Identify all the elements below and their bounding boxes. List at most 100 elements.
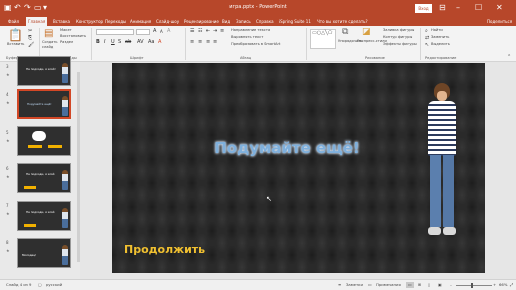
tab-ispring[interactable]: iSpring Suite 11 [279, 17, 311, 26]
paste-label[interactable]: Вставить [7, 42, 24, 47]
shape-outline-button[interactable]: Контур фигуры [383, 35, 412, 40]
language-status[interactable]: русский [46, 282, 62, 288]
divider [420, 28, 421, 60]
slide-thumbnail[interactable]: Не подходи, я злой [17, 163, 71, 193]
slide-number: 4 [6, 92, 9, 97]
continue-button[interactable]: Продолжить [124, 243, 205, 256]
select-button[interactable]: Выделить [431, 42, 450, 47]
layout-button[interactable]: Макет [60, 28, 72, 33]
signin-button[interactable]: Вход [415, 4, 432, 13]
align-center-icon[interactable]: ≡ [198, 39, 202, 46]
change-case-icon[interactable]: Aa [148, 39, 154, 46]
zoom-level[interactable]: 66% [499, 282, 507, 288]
copy-icon[interactable]: ⎘ [28, 35, 32, 42]
tab-review[interactable]: Рецензирование [184, 17, 219, 26]
tab-help[interactable]: Справка [256, 17, 274, 26]
tab-transitions[interactable]: Переходы [105, 17, 126, 26]
underline-icon[interactable]: U [111, 39, 115, 46]
bullets-icon[interactable]: ☰ [190, 28, 194, 35]
paste-icon[interactable]: 📋 [8, 29, 23, 41]
zoom-slider[interactable] [456, 285, 492, 286]
normal-view-icon[interactable]: ▭ [406, 282, 414, 288]
reset-button[interactable]: Восстановить [60, 34, 86, 39]
text-direction-button[interactable]: Направление текста [231, 28, 270, 33]
notes-icon[interactable]: ≡ [338, 282, 341, 288]
fit-slide-icon[interactable]: ⤢ [510, 282, 513, 288]
decrease-indent-icon[interactable]: ⇤ [206, 28, 210, 35]
tab-animations[interactable]: Анимация [130, 17, 151, 26]
answer-bar [28, 145, 42, 148]
font-size-box[interactable] [136, 29, 150, 35]
notes-button[interactable]: Заметки [346, 282, 363, 288]
tab-record[interactable]: Запись [236, 17, 251, 26]
tab-insert[interactable]: Вставка [53, 17, 70, 26]
editing-group-label: Редактирование [425, 56, 457, 60]
find-button[interactable]: Найти [431, 28, 443, 33]
close-button[interactable]: ✕ [496, 2, 503, 13]
justify-icon[interactable]: ≡ [213, 39, 217, 46]
tab-slideshow[interactable]: Слайд-шоу [156, 17, 179, 26]
zoom-in-icon[interactable]: + [493, 282, 496, 288]
minimize-button[interactable]: – [456, 2, 460, 13]
quick-styles-icon[interactable]: ◪ [362, 28, 371, 37]
jeans-right [443, 155, 454, 227]
maximize-button[interactable]: ☐ [475, 2, 482, 13]
reading-view-icon[interactable]: ▯ [428, 282, 430, 288]
slideshow-view-icon[interactable]: ▣ [438, 282, 442, 288]
smartart-button[interactable]: Преобразовать в SmartArt [231, 42, 280, 47]
tab-home[interactable]: Главная [26, 17, 48, 26]
slide-thumbnail[interactable]: Не подходи, я злой! [17, 56, 71, 86]
slide-thumbnail[interactable]: Не подходи, я злой [17, 201, 71, 231]
shadow-icon[interactable]: S [118, 39, 121, 46]
font-name-box[interactable] [96, 29, 134, 35]
comments-icon[interactable]: ▭ [368, 282, 372, 288]
new-slide-label[interactable]: Создать слайд [42, 40, 58, 50]
child-image[interactable] [422, 81, 462, 241]
align-right-icon[interactable]: ≡ [206, 39, 210, 46]
current-slide[interactable]: Подумайте ещё! Продолжить [112, 63, 485, 273]
bold-icon[interactable]: B [96, 39, 100, 46]
tab-view[interactable]: Вид [222, 17, 230, 26]
tab-design[interactable]: Конструктор [76, 17, 103, 26]
increase-indent-icon[interactable]: ⇥ [213, 28, 217, 35]
align-text-button[interactable]: Выровнять текст [231, 35, 263, 40]
numbering-icon[interactable]: ☷ [198, 28, 202, 35]
replace-button[interactable]: Заменить [431, 35, 449, 40]
section-button[interactable]: Раздел [60, 40, 73, 45]
select-icon[interactable]: ↖ [425, 42, 429, 49]
slide-thumbnail[interactable]: Молодец! [17, 238, 71, 268]
zoom-slider-thumb[interactable] [471, 283, 473, 288]
arrange-icon[interactable]: ⧉ [342, 28, 348, 37]
shape-fill-button[interactable]: Заливка фигуры [383, 28, 414, 33]
slide-sorter-icon[interactable]: ⊞ [418, 282, 421, 288]
share-button[interactable]: Поделиться [487, 17, 512, 26]
collapse-ribbon-icon[interactable]: ⌃ [507, 54, 511, 61]
child-figure [62, 96, 68, 116]
slide-thumbnail-selected[interactable]: Подумайте ещё! [17, 89, 71, 119]
font-color-icon[interactable]: A [158, 39, 161, 46]
tab-file[interactable]: Файл [8, 17, 19, 26]
align-left-icon[interactable]: ≡ [190, 39, 194, 46]
spellcheck-icon[interactable]: ▢ [38, 282, 42, 288]
zoom-out-icon[interactable]: – [450, 282, 452, 288]
slide-thumbnail[interactable] [17, 126, 71, 156]
cut-icon[interactable]: ✂ [28, 28, 32, 35]
line-spacing-icon[interactable]: ≡ [220, 28, 224, 35]
slide-title[interactable]: Подумайте ещё! [212, 139, 362, 157]
tell-me-search[interactable]: Что вы хотите сделать? [317, 17, 368, 26]
shape-effects-button[interactable]: Эффекты фигуры [383, 42, 417, 47]
replace-icon[interactable]: ⇄ [425, 35, 429, 42]
grow-font-icon[interactable]: A [153, 28, 156, 35]
clear-format-icon[interactable]: A [167, 28, 170, 35]
strikethrough-icon[interactable]: ab [125, 39, 131, 46]
animation-star-icon: ★ [6, 100, 10, 105]
new-slide-icon[interactable]: ▤ [44, 29, 53, 39]
shapes-icon: ▭○△╲⬠ [312, 30, 333, 36]
italic-icon[interactable]: I [104, 39, 105, 46]
spacing-icon[interactable]: AV [137, 39, 144, 46]
format-painter-icon[interactable]: 🖌 [28, 42, 34, 49]
find-icon[interactable]: ⌕ [425, 28, 428, 35]
shrink-font-icon[interactable]: A [160, 28, 163, 35]
ribbon-options-icon[interactable]: ⊟ [439, 2, 446, 13]
comments-button[interactable]: Примечания [376, 282, 401, 288]
